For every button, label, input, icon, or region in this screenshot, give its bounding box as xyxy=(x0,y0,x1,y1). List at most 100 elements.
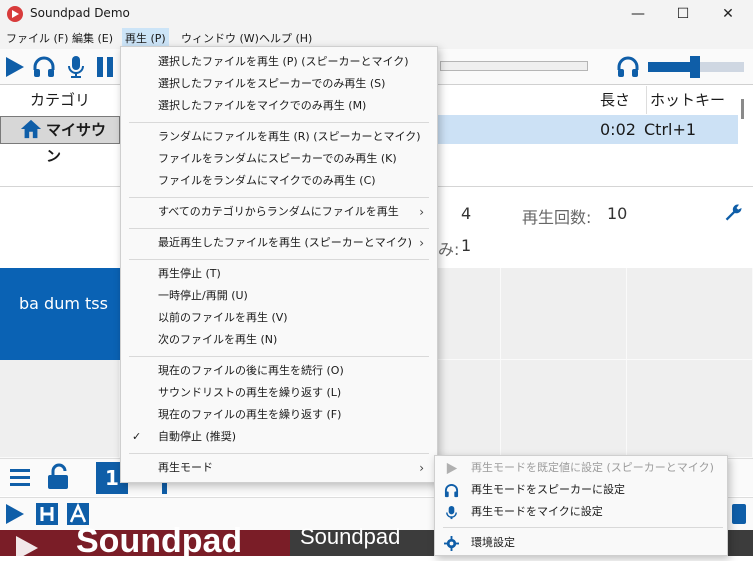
headphones-icon xyxy=(444,484,459,498)
menu-item-label: ファイルをランダムにマイクでのみ再生 (C) xyxy=(158,174,376,187)
submenu-arrow-icon: › xyxy=(419,205,424,219)
table-row[interactable]: 0:02 Ctrl+1 xyxy=(438,115,738,144)
window-title: Soundpad Demo xyxy=(30,6,130,20)
submenu-item-preferences[interactable]: 環境設定 xyxy=(435,532,727,554)
menu-item-label: 選択したファイルをスピーカーでのみ再生 (S) xyxy=(158,77,386,90)
menu-item-label: 以前のファイルを再生 (V) xyxy=(158,311,288,324)
headphones-icon[interactable] xyxy=(32,55,56,79)
empty-tile[interactable] xyxy=(627,360,753,458)
banner-play-icon xyxy=(16,536,38,560)
menu-separator xyxy=(129,453,429,454)
submenu-item-label: 再生モードをスピーカーに設定 xyxy=(471,483,625,496)
menu-item-label: ランダムにファイルを再生 (R) (スピーカーとマイク) xyxy=(158,130,421,143)
category-item-my-sounds[interactable]: マイサウン xyxy=(0,116,120,165)
submenu-item-label: 環境設定 xyxy=(471,536,515,549)
submenu-item-speakers-mode[interactable]: 再生モードをスピーカーに設定 xyxy=(435,479,727,501)
volume-slider-fill xyxy=(648,62,695,72)
hotkey-h-icon[interactable] xyxy=(36,503,58,525)
menu-item-continue-after[interactable]: 現在のファイルの後に再生を続行 (O) xyxy=(121,360,437,382)
chat-icon[interactable] xyxy=(732,504,746,524)
pause-icon[interactable] xyxy=(94,55,118,79)
menu-item-play-random-speakers[interactable]: ファイルをランダムにスピーカーでのみ再生 (K) xyxy=(121,148,437,170)
stat-count-value: 4 xyxy=(461,204,472,223)
menu-item-next[interactable]: 次のファイルを再生 (N) xyxy=(121,329,437,351)
banner-title: Soundpad xyxy=(76,522,243,560)
menu-item-play-random-all-categories[interactable]: すべてのカテゴリからランダムにファイルを再生 › xyxy=(121,201,437,223)
menu-separator xyxy=(129,259,429,260)
menu-item-label: 現在のファイルの後に再生を続行 (O) xyxy=(158,364,344,377)
menu-item-label: 選択したファイルをマイクでのみ再生 (M) xyxy=(158,99,367,112)
gear-icon xyxy=(444,536,459,551)
submenu-item-mic-mode[interactable]: 再生モードをマイクに設定 xyxy=(435,501,727,523)
menu-item-label: 最近再生したファイルを再生 (スピーカーとマイク) xyxy=(158,236,412,249)
output-headphones-icon[interactable] xyxy=(616,55,640,79)
submenu-item-default-mode: 再生モードを既定値に設定 (スピーカーとマイク) xyxy=(435,457,727,479)
stat-partial-value: 1 xyxy=(461,236,472,255)
submenu-item-label: 再生モードを既定値に設定 (スピーカーとマイク) xyxy=(471,461,714,474)
menu-item-play-recent[interactable]: 最近再生したファイルを再生 (スピーカーとマイク) › xyxy=(121,232,437,254)
menu-item-label: サウンドリストの再生を繰り返す (L) xyxy=(158,386,342,399)
stat-partial-label: み: xyxy=(438,240,460,259)
length-column-header[interactable]: 長さ xyxy=(600,86,640,114)
empty-tile[interactable] xyxy=(0,360,120,458)
menu-item-play-mode[interactable]: 再生モード › xyxy=(121,457,437,479)
minimize-button[interactable]: — xyxy=(615,0,661,28)
play-mode-submenu: 再生モードを既定値に設定 (スピーカーとマイク) 再生モードをスピーカーに設定 … xyxy=(434,455,728,556)
menu-item-play-random-mic[interactable]: ファイルをランダムにマイクでのみ再生 (C) xyxy=(121,170,437,192)
menu-item-play-selected-mic[interactable]: 選択したファイルをマイクでのみ再生 (M) xyxy=(121,95,437,117)
hamburger-menu-icon[interactable] xyxy=(9,466,31,488)
play-menu-dropdown: 選択したファイルを再生 (P) (スピーカーとマイク) 選択したファイルをスピー… xyxy=(120,46,438,483)
menu-item-repeat-current[interactable]: 現在のファイルの再生を繰り返す (F) xyxy=(121,404,437,426)
sound-tile-ba-dum-tss[interactable]: ba dum tss xyxy=(0,268,120,360)
microphone-icon[interactable] xyxy=(64,55,88,79)
empty-tile[interactable] xyxy=(627,268,753,360)
stat-play-count-label: 再生回数: xyxy=(522,208,592,227)
menu-item-label: 現在のファイルの再生を繰り返す (F) xyxy=(158,408,342,421)
close-button[interactable]: ✕ xyxy=(705,0,751,28)
menu-edit[interactable]: 編集 (E) xyxy=(69,28,116,49)
menu-item-label: 次のファイルを再生 (N) xyxy=(158,333,278,346)
menu-item-label: 自動停止 (推奨) xyxy=(158,430,237,443)
list-scrollbar[interactable] xyxy=(741,99,744,119)
maximize-button[interactable]: ☐ xyxy=(660,0,706,28)
menu-separator xyxy=(129,197,429,198)
menu-item-label: 再生モード xyxy=(158,461,213,474)
row-length: 0:02 xyxy=(600,120,636,139)
play-icon[interactable] xyxy=(4,503,26,525)
menu-file[interactable]: ファイル (F) xyxy=(3,28,71,49)
unlock-icon[interactable] xyxy=(45,463,73,491)
submenu-arrow-icon: › xyxy=(419,461,424,475)
menu-separator xyxy=(129,356,429,357)
menu-item-previous[interactable]: 以前のファイルを再生 (V) xyxy=(121,307,437,329)
home-icon xyxy=(20,119,42,139)
menu-separator xyxy=(129,122,429,123)
empty-tile[interactable] xyxy=(501,360,627,458)
microphone-icon xyxy=(446,505,457,520)
playback-progress-bar[interactable] xyxy=(440,61,588,71)
menu-separator xyxy=(443,527,723,528)
menu-item-auto-stop[interactable]: ✓ 自動停止 (推奨) xyxy=(121,426,437,448)
play-icon xyxy=(446,462,458,475)
menu-item-stop[interactable]: 再生停止 (T) xyxy=(121,263,437,285)
menu-item-label: 選択したファイルを再生 (P) (スピーカーとマイク) xyxy=(158,55,409,68)
wrench-icon[interactable] xyxy=(724,203,744,223)
banner-subtitle: Soundpad xyxy=(300,524,401,549)
menu-item-label: ファイルをランダムにスピーカーでのみ再生 (K) xyxy=(158,152,397,165)
volume-slider-thumb[interactable] xyxy=(690,56,700,78)
category-column-header[interactable]: カテゴリ xyxy=(0,86,120,114)
menu-item-play-random[interactable]: ランダムにファイルを再生 (R) (スピーカーとマイク) xyxy=(121,126,437,148)
menu-item-play-selected[interactable]: 選択したファイルを再生 (P) (スピーカーとマイク) xyxy=(121,51,437,73)
row-hotkey: Ctrl+1 xyxy=(644,120,697,139)
menu-item-pause-resume[interactable]: 一時停止/再開 (U) xyxy=(121,285,437,307)
app-logo-icon xyxy=(7,6,23,22)
menu-item-repeat-list[interactable]: サウンドリストの再生を繰り返す (L) xyxy=(121,382,437,404)
stat-play-count-value: 10 xyxy=(607,204,628,223)
empty-tile[interactable] xyxy=(501,268,627,360)
menu-separator xyxy=(129,228,429,229)
menu-item-label: すべてのカテゴリからランダムにファイルを再生 xyxy=(158,205,399,218)
hotkey-column-header[interactable]: ホットキー xyxy=(646,86,736,114)
play-icon[interactable] xyxy=(3,55,27,79)
submenu-item-label: 再生モードをマイクに設定 xyxy=(471,505,603,518)
checkmark-icon: ✓ xyxy=(132,430,142,443)
menu-item-play-selected-speakers[interactable]: 選択したファイルをスピーカーでのみ再生 (S) xyxy=(121,73,437,95)
